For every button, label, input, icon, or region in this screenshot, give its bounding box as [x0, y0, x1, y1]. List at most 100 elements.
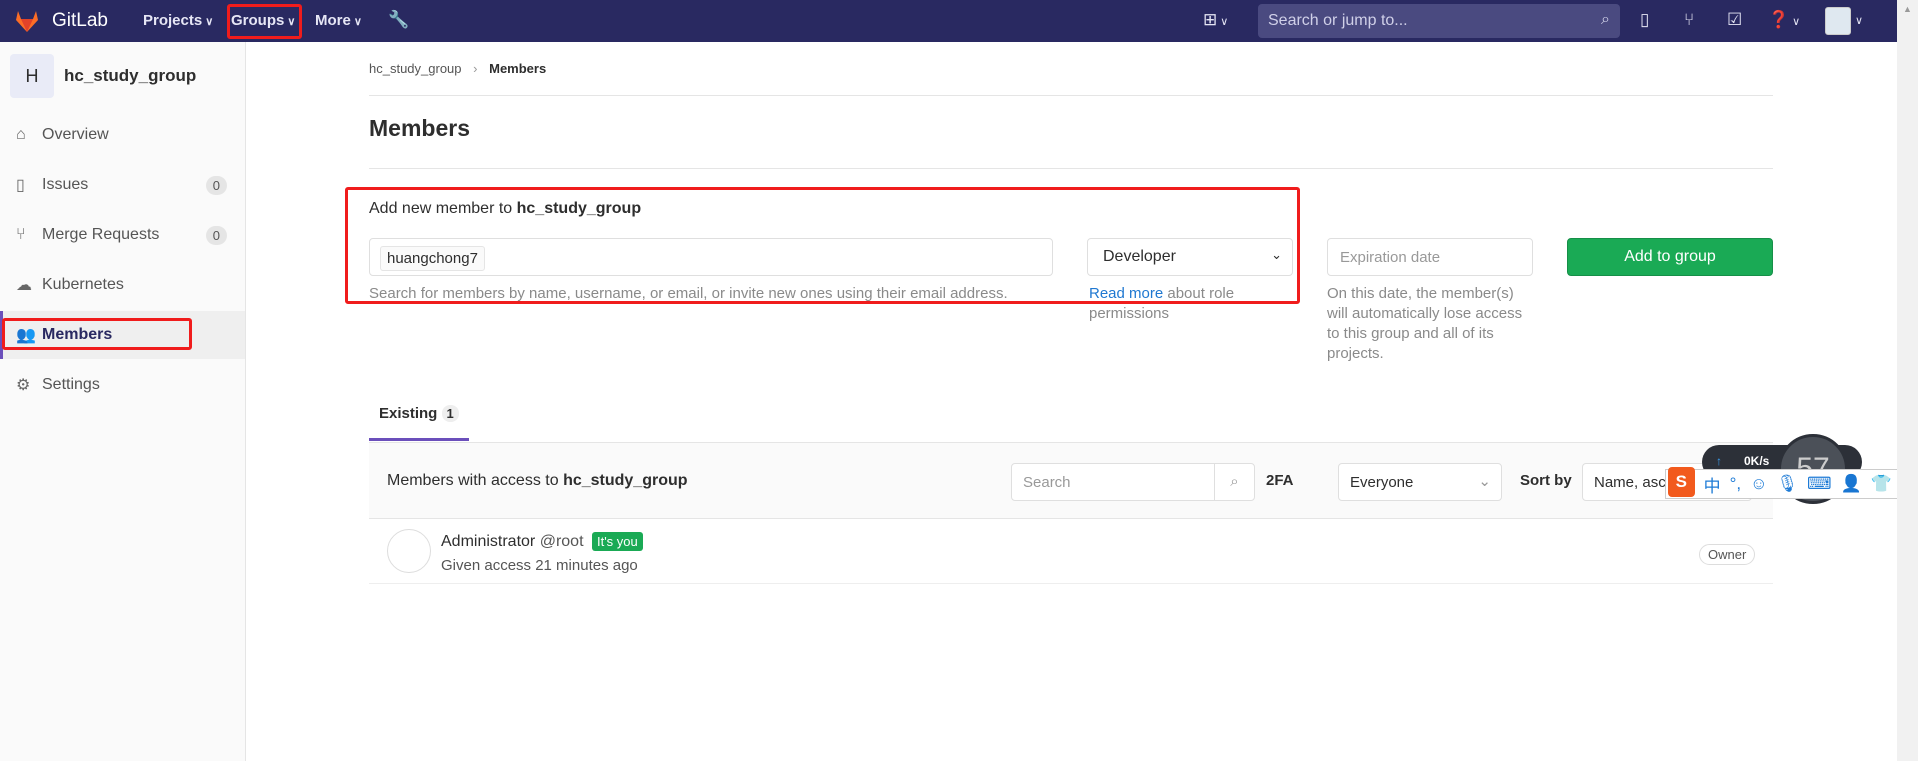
user-icon[interactable]: 👤: [1841, 474, 1862, 494]
avatar[interactable]: [1825, 7, 1851, 35]
home-icon: ⌂: [16, 126, 26, 143]
sidebar-item-settings[interactable]: ⚙ Settings: [0, 361, 245, 409]
expiration-help: On this date, the member(s) will automat…: [1327, 285, 1523, 362]
scrollbar[interactable]: ▲: [1897, 0, 1918, 761]
label-prefix: Add new member to: [369, 200, 517, 217]
wrench-icon[interactable]: 🔧: [388, 10, 409, 30]
twofa-dropdown[interactable]: Everyone ⌄: [1338, 463, 1502, 501]
ime-toolbar: S 中 °, ☺ 🎙 ⌨ 👤 👕 ▦: [1665, 467, 1918, 499]
sort-label: Sort by: [1520, 472, 1572, 489]
chevron-right-icon: ›: [473, 61, 478, 76]
members-search-input[interactable]: Search ⌕: [1011, 463, 1255, 501]
role-badge: Owner: [1699, 544, 1756, 565]
group-name[interactable]: hc_study_group: [64, 66, 196, 86]
sidebar-item-kubernetes[interactable]: ☁ Kubernetes: [0, 261, 245, 309]
sidebar-item-overview[interactable]: ⌂ Overview: [0, 111, 245, 159]
breadcrumb-group[interactable]: hc_study_group: [369, 61, 462, 76]
issues-icon[interactable]: ▯: [1640, 10, 1649, 30]
search-placeholder: Search or jump to...: [1268, 12, 1408, 29]
search-placeholder: Search: [1023, 474, 1071, 491]
read-more-link[interactable]: Read more: [1089, 285, 1163, 302]
sidebar-item-label: Overview: [42, 126, 109, 143]
sidebar: H hc_study_group ⌂ Overview ▯ Issues 0 ⑂ Mer…: [0, 42, 246, 761]
tab-label: Existing: [379, 405, 438, 422]
nav-more-label: More: [315, 12, 351, 29]
member-token[interactable]: huangchong7: [380, 246, 485, 271]
sidebar-item-label: Merge Requests: [42, 226, 160, 243]
highlight-box: [2, 318, 192, 350]
search-icon: ⌕: [1601, 11, 1610, 28]
member-search-help: Search for members by name, username, or…: [369, 285, 1008, 302]
skin-icon[interactable]: 👕: [1871, 474, 1892, 494]
gitlab-logo[interactable]: [14, 8, 40, 34]
breadcrumb: hc_study_group › Members: [369, 61, 546, 76]
members-filter-bar: Members with access to hc_study_group Se…: [369, 442, 1773, 519]
divider: [369, 168, 1773, 169]
role-select[interactable]: Developer ⌄: [1087, 238, 1293, 276]
expiration-date-input[interactable]: Expiration date: [1327, 238, 1533, 276]
nav-projects-label: Projects: [143, 12, 203, 29]
merge-request-icon: ⑂: [16, 226, 26, 243]
highlight-box: [227, 4, 302, 39]
group-avatar[interactable]: H: [10, 54, 54, 98]
todo-icon[interactable]: ☑: [1727, 10, 1742, 30]
group-name: hc_study_group: [516, 200, 642, 217]
divider: [369, 95, 1773, 96]
chevron-down-icon: ∨: [205, 16, 214, 28]
keyboard-icon[interactable]: ⌨: [1807, 474, 1832, 494]
scroll-up-icon[interactable]: ▲: [1903, 4, 1912, 14]
microphone-icon[interactable]: 🎙: [1776, 474, 1798, 494]
merge-request-icon[interactable]: ⑂: [1684, 10, 1694, 30]
expiration-placeholder: Expiration date: [1340, 249, 1441, 266]
member-row: Administrator @root It's you Given acces…: [369, 519, 1773, 583]
cloud-gear-icon: ☁: [16, 277, 32, 294]
chevron-down-icon[interactable]: ∨: [1855, 14, 1863, 27]
sort-value: Name, asc: [1594, 474, 1666, 491]
twofa-label: 2FA: [1266, 472, 1294, 489]
merge-requests-count: 0: [205, 225, 227, 245]
sidebar-item-label: Kubernetes: [42, 276, 124, 293]
help-icon[interactable]: ❓ ∨: [1768, 10, 1800, 30]
add-to-group-button[interactable]: Add to group: [1567, 238, 1773, 276]
add-member-label: Add new member to hc_study_group: [369, 200, 641, 218]
divider: [369, 583, 1773, 584]
chinese-mode-icon[interactable]: 中: [1704, 472, 1721, 497]
emoji-icon[interactable]: ☺: [1750, 474, 1767, 494]
sidebar-item-issues[interactable]: ▯ Issues 0: [0, 161, 245, 209]
sogou-logo[interactable]: S: [1668, 467, 1695, 497]
nav-more[interactable]: More ∨: [315, 12, 362, 29]
member-given-access: Given access 21 minutes ago: [441, 557, 638, 574]
sidebar-item-merge-requests[interactable]: ⑂ Merge Requests 0: [0, 211, 245, 259]
breadcrumb-current: Members: [489, 61, 547, 76]
its-you-badge: It's you: [591, 532, 643, 551]
member-search-input[interactable]: huangchong7: [369, 238, 1053, 276]
search-input[interactable]: Search or jump to... ⌕: [1258, 4, 1620, 38]
top-navbar: GitLab Projects ∨ Groups ∨ More ∨ 🔧 ⊞ ∨ Sear…: [0, 0, 1897, 42]
sidebar-item-label: Settings: [42, 376, 100, 393]
nav-projects[interactable]: Projects ∨: [143, 12, 213, 29]
sidebar-item-label: Issues: [42, 176, 89, 193]
plus-square-icon[interactable]: ⊞ ∨: [1203, 10, 1228, 30]
punctuation-icon[interactable]: °,: [1730, 474, 1742, 494]
speed-value: 0K/s: [1744, 454, 1770, 468]
member-name[interactable]: Administrator: [441, 533, 535, 550]
filter-title: Members with access to hc_study_group: [387, 472, 688, 490]
gear-icon: ⚙: [16, 377, 31, 394]
tab-existing[interactable]: Existing 1: [369, 405, 469, 441]
page-title: Members: [369, 115, 470, 141]
member-username: @root: [539, 533, 584, 550]
upload-arrow-icon: ↑: [1716, 454, 1722, 468]
brand-name[interactable]: GitLab: [52, 10, 108, 32]
chevron-down-icon: ⌄: [1478, 473, 1491, 490]
member-name-line: Administrator @root It's you: [441, 532, 643, 551]
search-icon[interactable]: ⌕: [1214, 464, 1254, 500]
chevron-down-icon: ⌄: [1271, 247, 1282, 262]
tab-count: 1: [441, 405, 459, 422]
issues-count: 0: [205, 175, 227, 195]
role-value: Developer: [1103, 248, 1176, 265]
twofa-value: Everyone: [1350, 474, 1414, 491]
issues-icon: ▯: [16, 177, 25, 194]
chevron-down-icon: ∨: [353, 16, 362, 28]
filter-prefix: Members with access to: [387, 472, 564, 489]
member-avatar[interactable]: [387, 529, 431, 573]
